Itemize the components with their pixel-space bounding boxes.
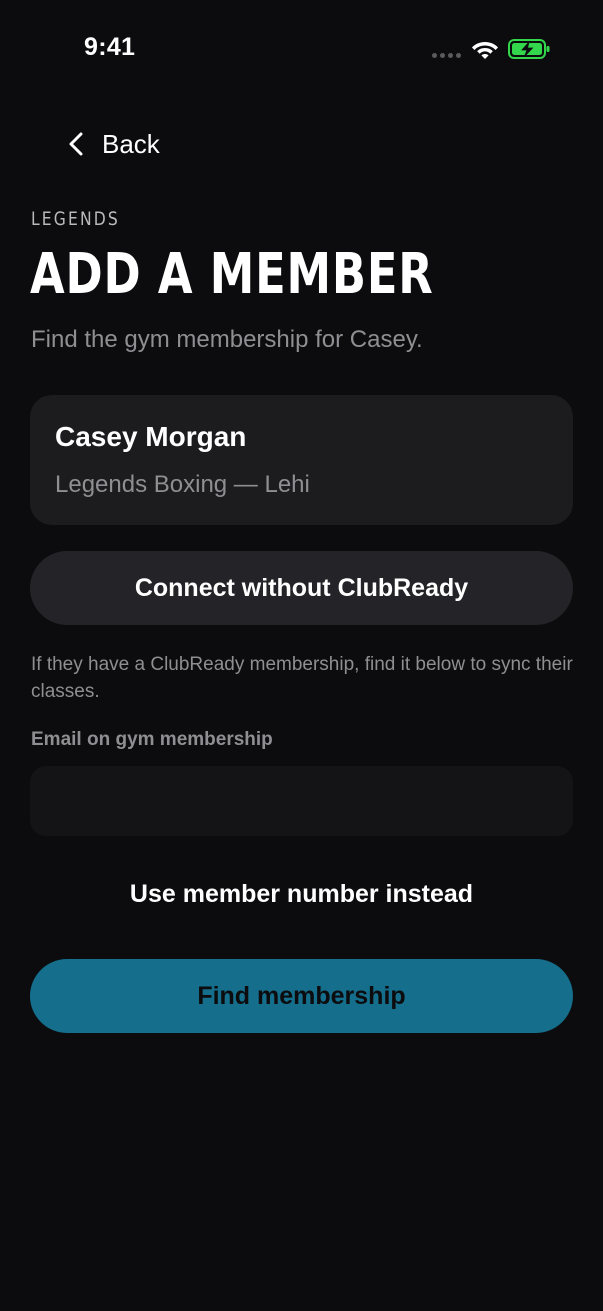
helper-text: If they have a ClubReady membership, fin…	[31, 654, 573, 702]
back-label: Back	[102, 128, 160, 159]
battery-charging-icon	[508, 39, 550, 59]
use-member-number-link[interactable]: Use member number instead	[0, 880, 603, 909]
member-name: Casey Morgan	[55, 421, 247, 452]
connect-without-clubready-button[interactable]: Connect without ClubReady	[30, 551, 573, 625]
page-subtitle: Find the gym membership for Casey.	[31, 326, 423, 353]
page-title: ADD A MEMBER	[30, 242, 434, 307]
status-bar: 9:41	[0, 0, 603, 96]
cellular-signal-icon	[432, 53, 461, 58]
brand-label: LEGENDS	[31, 208, 120, 230]
wifi-icon	[472, 42, 498, 59]
email-field-label: Email on gym membership	[31, 729, 273, 750]
status-time: 9:41	[84, 33, 136, 61]
email-field[interactable]	[30, 766, 573, 836]
back-button[interactable]: Back	[66, 124, 160, 164]
member-gym-location: Legends Boxing — Lehi	[55, 471, 310, 498]
member-card: Casey Morgan Legends Boxing — Lehi	[30, 395, 573, 525]
chevron-left-icon	[69, 132, 83, 156]
find-membership-button[interactable]: Find membership	[30, 959, 573, 1033]
